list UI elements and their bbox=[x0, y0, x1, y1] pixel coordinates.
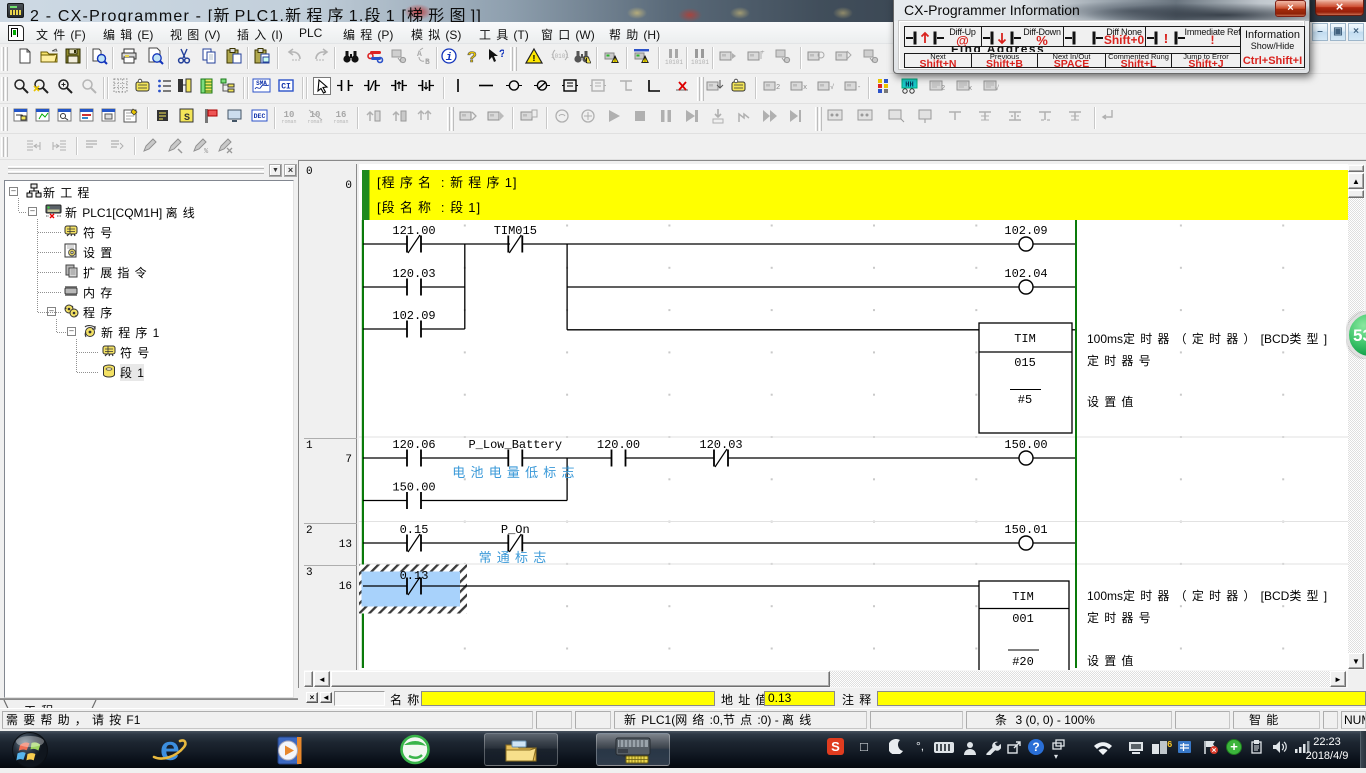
svg-text:√: √ bbox=[830, 83, 834, 92]
svg-text:+: + bbox=[761, 49, 765, 56]
svg-text:电池电量低标志: 电池电量低标志 bbox=[452, 465, 579, 480]
svg-text:!: ! bbox=[531, 54, 536, 64]
svg-text:001: 001 bbox=[1012, 612, 1034, 626]
svg-text:[程序名 : 新程序1]: [程序名 : 新程序1] bbox=[377, 175, 518, 190]
svg-text:100ms定时器（定时器）[BCD类型]: 100ms定时器（定时器）[BCD类型] bbox=[1087, 331, 1327, 346]
svg-text:10101: 10101 bbox=[691, 59, 709, 65]
svg-text:定时器号: 定时器号 bbox=[1087, 610, 1156, 625]
svg-text:设置值: 设置值 bbox=[1087, 653, 1139, 668]
svg-text:e: e bbox=[160, 733, 180, 766]
svg-text:0.15: 0.15 bbox=[400, 523, 429, 537]
svg-text:HH: HH bbox=[905, 82, 913, 90]
svg-text:120.06: 120.06 bbox=[392, 438, 435, 452]
svg-text:-: - bbox=[857, 84, 861, 92]
svg-text:DEC: DEC bbox=[254, 113, 266, 120]
svg-text:2: 2 bbox=[941, 85, 945, 93]
svg-text:!: ! bbox=[613, 57, 617, 65]
svg-text:定时器号: 定时器号 bbox=[1087, 353, 1156, 368]
svg-text:roman: roman bbox=[333, 119, 348, 125]
svg-text:#5: #5 bbox=[1018, 393, 1032, 407]
svg-text:!: ! bbox=[643, 57, 647, 65]
svg-text:10101: 10101 bbox=[551, 53, 569, 60]
svg-text:[段名称 : 段1]: [段名称 : 段1] bbox=[377, 200, 481, 215]
svg-text:TIM: TIM bbox=[1014, 332, 1036, 346]
svg-text:TIM: TIM bbox=[1012, 590, 1034, 604]
svg-text:120.03: 120.03 bbox=[699, 438, 742, 452]
svg-text:CI: CI bbox=[281, 83, 291, 92]
svg-text:120.00: 120.00 bbox=[597, 438, 640, 452]
svg-text:!: ! bbox=[1162, 32, 1170, 47]
svg-text:10101: 10101 bbox=[665, 59, 683, 65]
svg-text:%: % bbox=[204, 148, 209, 155]
svg-text:P_On: P_On bbox=[501, 523, 530, 537]
svg-text:x: x bbox=[968, 85, 972, 93]
svg-text:100ms定时器（定时器）[BCD类型]: 100ms定时器（定时器）[BCD类型] bbox=[1087, 588, 1327, 603]
svg-text:!: ! bbox=[584, 58, 588, 65]
svg-text:0.13: 0.13 bbox=[400, 569, 429, 583]
svg-text:roman: roman bbox=[307, 119, 322, 125]
svg-text:015: 015 bbox=[1014, 356, 1036, 370]
svg-text:TIM015: TIM015 bbox=[494, 224, 537, 238]
svg-text:150.00: 150.00 bbox=[1004, 438, 1047, 452]
svg-text:102.04: 102.04 bbox=[1004, 267, 1047, 281]
svg-text:常通标志: 常通标志 bbox=[479, 550, 552, 565]
svg-text:?: ? bbox=[499, 49, 504, 61]
svg-text:102.09: 102.09 bbox=[1004, 224, 1047, 238]
svg-text:S: S bbox=[184, 113, 190, 124]
svg-text:B: B bbox=[425, 58, 430, 65]
svg-text:i: i bbox=[446, 52, 453, 64]
svg-text:6: 6 bbox=[1167, 740, 1172, 750]
svg-text:#20: #20 bbox=[1012, 655, 1034, 669]
svg-text:roman: roman bbox=[281, 119, 296, 125]
svg-text:121.00: 121.00 bbox=[392, 224, 435, 238]
svg-text:102.09: 102.09 bbox=[392, 309, 435, 323]
svg-text:设置值: 设置值 bbox=[1087, 394, 1139, 409]
svg-text:x: x bbox=[803, 84, 807, 92]
svg-text:2: 2 bbox=[776, 84, 780, 92]
svg-text:P_Low_Battery: P_Low_Battery bbox=[468, 438, 562, 452]
svg-text:150.01: 150.01 bbox=[1004, 523, 1047, 537]
svg-text:√: √ bbox=[995, 84, 999, 93]
svg-text:150.00: 150.00 bbox=[392, 481, 435, 495]
svg-text:?: ? bbox=[467, 49, 477, 65]
svg-text:120.03: 120.03 bbox=[392, 267, 435, 281]
